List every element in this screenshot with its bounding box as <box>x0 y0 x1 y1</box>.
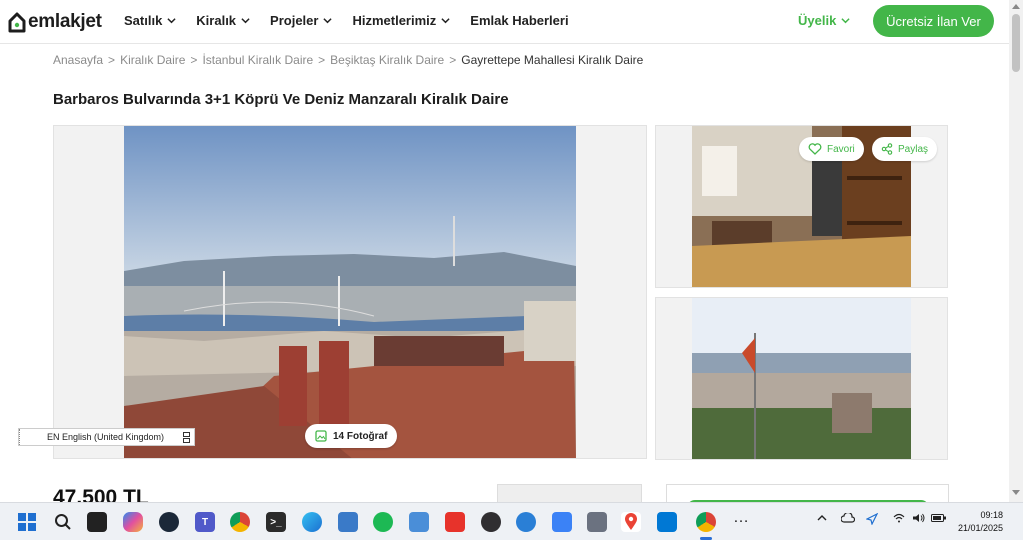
breadcrumb-item[interactable]: Beşiktaş Kiralık Daire <box>330 53 444 67</box>
photo-count-label: 14 Fotoğraf <box>333 430 388 442</box>
heart-icon <box>808 143 822 155</box>
nav-label: Hizmetlerimiz <box>352 13 437 28</box>
language-bar[interactable]: EN English (United Kingdom) <box>18 428 195 446</box>
copilot-icon[interactable] <box>123 512 143 532</box>
listing-title: Barbaros Bulvarında 3+1 Köprü Ve Deniz M… <box>53 91 509 108</box>
spotify-icon[interactable] <box>373 512 393 532</box>
chevron-down-icon <box>841 18 850 24</box>
favorite-button[interactable]: Favori <box>799 137 864 161</box>
wifi-icon[interactable] <box>893 513 905 526</box>
share-label: Paylaş <box>898 143 929 155</box>
photo-count-button[interactable]: 14 Fotoğraf <box>305 424 398 448</box>
clock-date: 21/01/2025 <box>958 523 1004 533</box>
city-view-image <box>692 298 911 459</box>
taskbar-clock[interactable]: 09:18 21/01/2025 <box>958 509 1003 535</box>
free-listing-button[interactable]: Ücretsiz İlan Ver <box>873 5 994 37</box>
browser-page: emlakjet Satılık Kiralık Projeler Hizmet… <box>0 0 1009 502</box>
site-logo[interactable]: emlakjet <box>8 10 102 34</box>
listing-price: 47.500 TL <box>53 486 149 502</box>
search-icon[interactable] <box>53 512 73 532</box>
nav-label: Emlak Haberleri <box>470 13 569 28</box>
maps-icon[interactable] <box>621 512 641 532</box>
breadcrumb-item[interactable]: İstanbul Kiralık Daire <box>202 53 313 67</box>
thumbnail-view[interactable] <box>655 297 948 460</box>
anydesk-icon[interactable] <box>445 512 465 532</box>
nav-item-hizmetlerimiz[interactable]: Hizmetlerimiz <box>352 13 450 28</box>
cloud-icon[interactable] <box>840 511 856 526</box>
chevron-down-icon <box>323 18 333 24</box>
windows-start-icon[interactable] <box>17 512 37 532</box>
clock-time: 09:18 <box>980 510 1004 520</box>
more-icon[interactable]: … <box>733 509 749 527</box>
chevron-down-icon <box>241 18 250 24</box>
snipping-tool-icon[interactable] <box>409 512 429 532</box>
share-icon <box>881 143 893 155</box>
contact-panel <box>666 484 949 502</box>
bosphorus-view-image <box>124 126 576 458</box>
vscode-icon[interactable] <box>657 512 677 532</box>
chevron-down-icon <box>441 18 450 24</box>
app-circle-icon[interactable] <box>516 512 536 532</box>
favorite-label: Favori <box>827 143 855 155</box>
nav-label: Projeler <box>270 13 319 28</box>
nav-item-satilik[interactable]: Satılık <box>124 13 176 28</box>
nav-label: Kiralık <box>196 13 237 28</box>
screenshot-icon[interactable] <box>587 512 607 532</box>
photos-icon[interactable] <box>338 512 358 532</box>
breadcrumb-separator: > <box>318 53 326 67</box>
location-icon[interactable] <box>865 512 879 528</box>
breadcrumb-separator: > <box>190 53 198 67</box>
main-photo-frame[interactable] <box>53 125 647 459</box>
nav-item-kiralik[interactable]: Kiralık <box>196 13 250 28</box>
uyelik-label: Üyelik <box>798 13 837 28</box>
nav-label: Satılık <box>124 13 163 28</box>
breadcrumb-item[interactable]: Kiralık Daire <box>120 53 185 67</box>
chevron-up-icon[interactable] <box>817 513 827 526</box>
nav-item-projeler[interactable]: Projeler <box>270 13 333 28</box>
logo-text: emlakjet <box>28 11 102 32</box>
breadcrumb-current: Gayrettepe Mahallesi Kiralık Daire <box>461 53 644 67</box>
steam-icon[interactable] <box>159 512 179 532</box>
terminal-icon[interactable]: >_ <box>266 512 286 532</box>
map-preview[interactable] <box>497 484 642 502</box>
obs-icon[interactable] <box>481 512 501 532</box>
page-scrollbar[interactable] <box>1009 0 1023 502</box>
uyelik-menu[interactable]: Üyelik <box>798 13 850 28</box>
breadcrumb-separator: > <box>449 53 457 67</box>
view-image <box>692 298 911 459</box>
main-nav: Satılık Kiralık Projeler Hizmetlerimiz E… <box>124 13 569 28</box>
site-header: emlakjet Satılık Kiralık Projeler Hizmet… <box>0 0 1009 44</box>
task-view-icon[interactable] <box>87 512 107 532</box>
volume-icon[interactable] <box>912 513 926 526</box>
house-logo-icon <box>8 12 26 33</box>
windows-taskbar: T >_ … 09:18 21/01/2025 <box>0 502 1023 540</box>
drag-handle[interactable] <box>19 429 22 445</box>
nav-item-emlak-haberleri[interactable]: Emlak Haberleri <box>470 13 568 28</box>
share-button[interactable]: Paylaş <box>872 137 938 161</box>
language-label: EN English (United Kingdom) <box>47 432 165 442</box>
chevron-down-icon <box>167 18 176 24</box>
battery-icon[interactable] <box>931 513 947 526</box>
breadcrumb-separator: > <box>108 53 116 67</box>
scroll-thumb[interactable] <box>1012 14 1020 72</box>
app-blue-icon[interactable] <box>552 512 572 532</box>
teams-icon[interactable]: T <box>195 512 215 532</box>
breadcrumb-item[interactable]: Anasayfa <box>53 53 103 67</box>
keyboard-icon[interactable] <box>183 432 190 443</box>
scroll-up-arrow-icon[interactable] <box>1012 4 1020 9</box>
image-icon <box>315 430 327 442</box>
scroll-down-arrow-icon[interactable] <box>1012 490 1020 495</box>
chrome-icon[interactable] <box>230 512 250 532</box>
edge-icon[interactable] <box>302 512 322 532</box>
breadcrumb: Anasayfa > Kiralık Daire > İstanbul Kira… <box>53 53 643 67</box>
chrome-profile-icon[interactable] <box>696 512 716 532</box>
main-photo[interactable] <box>124 126 576 458</box>
